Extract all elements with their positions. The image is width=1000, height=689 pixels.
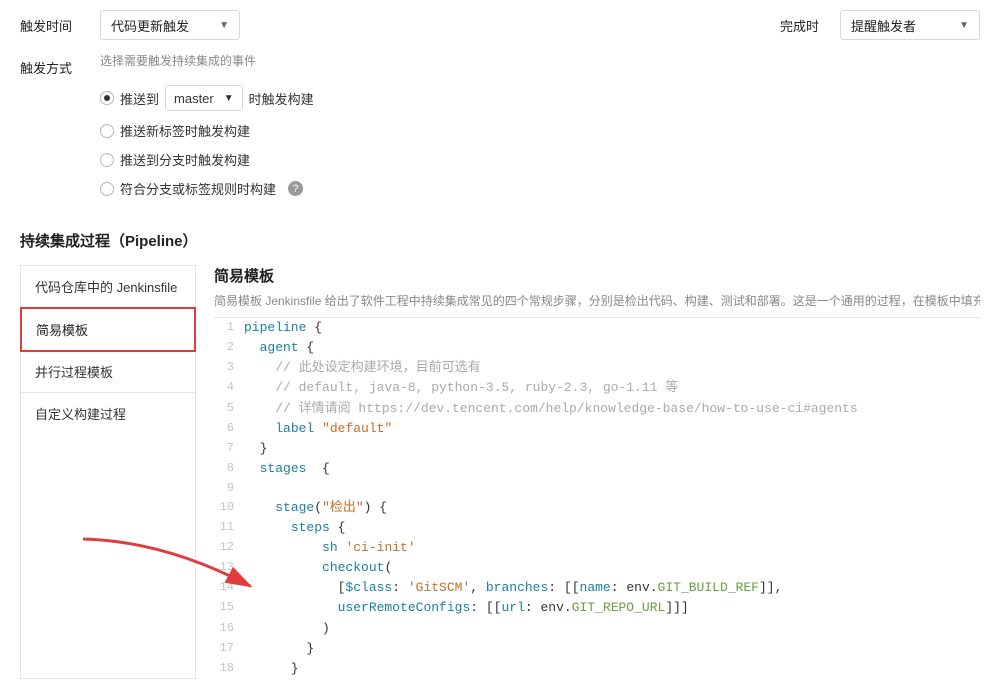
code-line: 12 sh 'ci-init' xyxy=(214,538,980,558)
content-title: 简易模板 xyxy=(214,265,980,286)
tab-custom-build[interactable]: 自定义构建过程 xyxy=(21,393,195,434)
chevron-down-icon: ▼ xyxy=(219,20,229,31)
code-line: 17 } xyxy=(214,639,980,659)
trigger-time-value: 代码更新触发 xyxy=(111,16,189,35)
complete-value: 提醒触发者 xyxy=(851,16,916,35)
code-line: 3 // 此处设定构建环境，目前可选有 xyxy=(214,358,980,378)
trigger-mode-label: 触发方式 xyxy=(20,52,100,77)
radio-push-any-branch[interactable] xyxy=(100,153,114,167)
radio-push-branch[interactable] xyxy=(100,91,114,105)
trigger-time-select[interactable]: 代码更新触发 ▼ xyxy=(100,10,240,40)
code-line: 14 [$class: 'GitSCM', branches: [[name: … xyxy=(214,578,980,598)
opt3-label: 推送到分支时触发构建 xyxy=(120,150,250,169)
code-line: 2 agent { xyxy=(214,338,980,358)
code-line: 18 } xyxy=(214,659,980,679)
opt1-prefix: 推送到 xyxy=(120,89,159,108)
tab-simple-template[interactable]: 简易模板 xyxy=(20,307,196,352)
complete-label: 完成时 xyxy=(780,10,840,35)
code-line: 9 xyxy=(214,479,980,498)
trigger-time-label: 触发时间 xyxy=(20,10,100,35)
trigger-mode-hint: 选择需要触发持续集成的事件 xyxy=(100,52,314,69)
content-desc: 简易模板 Jenkinsfile 给出了软件工程中持续集成常见的四个常规步骤，分… xyxy=(214,292,980,309)
tab-parallel-template[interactable]: 并行过程模板 xyxy=(21,351,195,393)
chevron-down-icon: ▼ xyxy=(224,93,234,104)
template-tab-list: 代码仓库中的 Jenkinsfile 简易模板 并行过程模板 自定义构建过程 xyxy=(20,265,196,679)
code-line: 10 stage("检出") { xyxy=(214,498,980,518)
opt1-suffix: 时触发构建 xyxy=(249,89,314,108)
radio-branch-tag-rule[interactable] xyxy=(100,182,114,196)
opt2-label: 推送新标签时触发构建 xyxy=(120,121,250,140)
code-line: 15 userRemoteConfigs: [[url: env.GIT_REP… xyxy=(214,598,980,618)
code-line: 4 // default, java-8, python-3.5, ruby-2… xyxy=(214,378,980,398)
help-icon[interactable]: ? xyxy=(288,181,303,196)
branch-value: master xyxy=(174,91,214,106)
opt4-label: 符合分支或标签规则时构建 xyxy=(120,179,276,198)
radio-push-tag[interactable] xyxy=(100,124,114,138)
code-line: 5 // 详情请阅 https://dev.tencent.com/help/k… xyxy=(214,399,980,419)
branch-select[interactable]: master ▼ xyxy=(165,85,243,111)
code-editor[interactable]: 1pipeline {2 agent {3 // 此处设定构建环境，目前可选有4… xyxy=(214,317,980,679)
code-line: 6 label "default" xyxy=(214,419,980,439)
chevron-down-icon: ▼ xyxy=(959,20,969,31)
code-line: 1pipeline { xyxy=(214,318,980,338)
complete-select[interactable]: 提醒触发者 ▼ xyxy=(840,10,980,40)
code-line: 11 steps { xyxy=(214,518,980,538)
tab-jenkinsfile-repo[interactable]: 代码仓库中的 Jenkinsfile xyxy=(21,266,195,308)
code-line: 16 ) xyxy=(214,619,980,639)
code-line: 13 checkout( xyxy=(214,558,980,578)
code-line: 7 } xyxy=(214,439,980,459)
code-line: 8 stages { xyxy=(214,459,980,479)
pipeline-heading: 持续集成过程（Pipeline） xyxy=(20,230,980,251)
